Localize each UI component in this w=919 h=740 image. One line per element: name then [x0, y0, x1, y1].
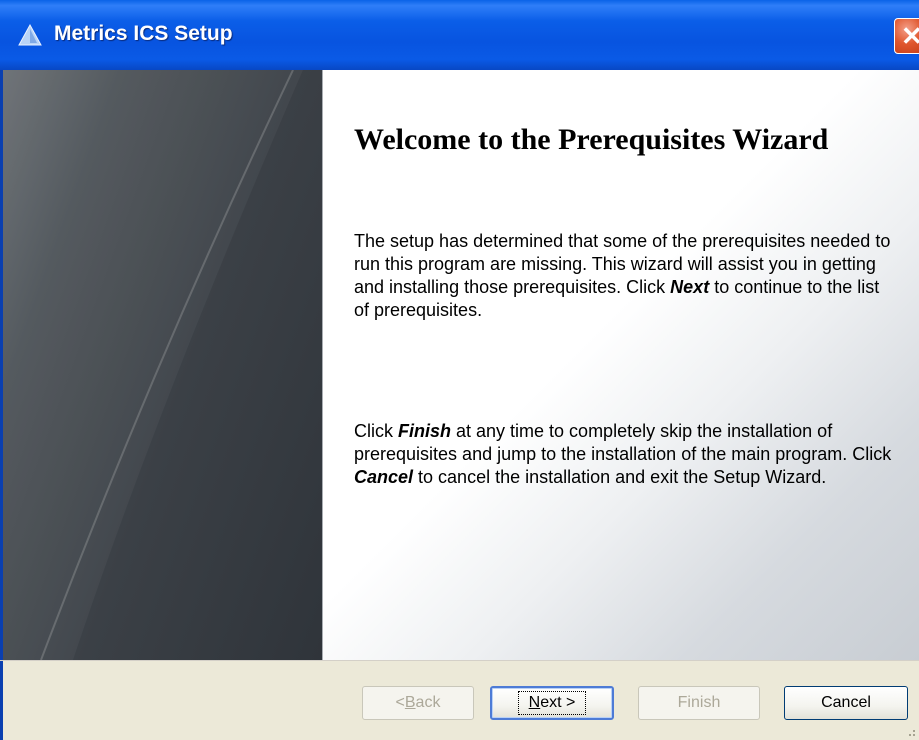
triangle-app-icon [18, 24, 42, 46]
close-x-icon: ✕ [901, 21, 919, 51]
intro-paragraph: The setup has determined that some of th… [354, 230, 894, 322]
wizard-side-banner [0, 70, 325, 660]
next-button[interactable]: Next > [490, 686, 614, 720]
intro-next-emphasis: Next [670, 277, 710, 297]
banner-arc-decoration [3, 70, 303, 660]
cancel-emphasis: Cancel [354, 467, 414, 487]
window-title: Metrics ICS Setup [54, 22, 233, 45]
finish-text-end: to cancel the installation and exit the … [413, 467, 827, 487]
page-title: Welcome to the Prerequisites Wizard [354, 123, 829, 156]
cancel-button[interactable]: Cancel [784, 686, 908, 720]
setup-window: Metrics ICS Setup ✕ Welcome to the Prere… [0, 0, 919, 740]
resize-grip-icon[interactable] [903, 724, 917, 738]
back-button[interactable]: < Back [362, 686, 474, 720]
finish-emphasis: Finish [398, 421, 451, 441]
finish-paragraph: Click Finish at any time to completely s… [354, 420, 894, 489]
finish-text-start: Click [354, 421, 398, 441]
close-button[interactable]: ✕ [894, 18, 919, 54]
title-bar[interactable]: Metrics ICS Setup ✕ [0, 0, 919, 70]
finish-button[interactable]: Finish [638, 686, 760, 720]
